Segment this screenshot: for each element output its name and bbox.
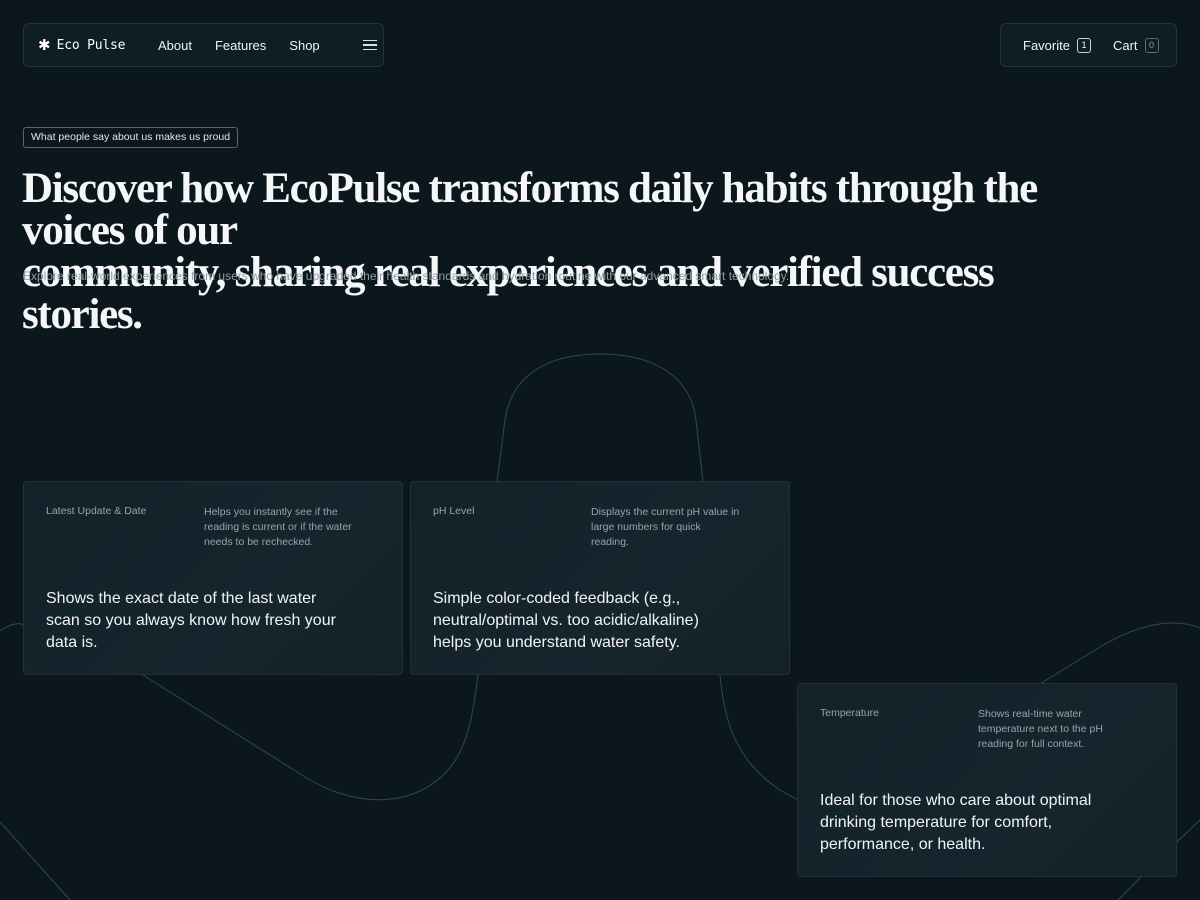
main-navigation: ✱ Eco Pulse About Features Shop (23, 23, 384, 67)
feature-card-temperature: Temperature Shows real-time water temper… (797, 683, 1177, 877)
brand-logo[interactable]: ✱ Eco Pulse (38, 38, 158, 53)
favorite-label: Favorite (1023, 37, 1070, 53)
favorite-count-badge: 1 (1076, 37, 1091, 53)
headline-line-1: Discover how EcoPulse transforms daily h… (22, 165, 1038, 254)
page-headline: Discover how EcoPulse transforms daily h… (22, 165, 1122, 338)
feature-card-ph-level: pH Level Displays the current pH value i… (410, 481, 790, 675)
feature-card-latest-update: Latest Update & Date Helps you instantly… (23, 481, 403, 675)
card-label: pH Level (433, 505, 475, 517)
card-body: Ideal for those who care about optimal d… (820, 792, 1092, 853)
page-subtitle: Explore real-world experiences from user… (23, 269, 790, 283)
card-label: Latest Update & Date (46, 505, 147, 517)
cart-button[interactable]: Cart 0 (1112, 37, 1159, 53)
nav-links: About Features Shop (158, 38, 343, 53)
favorite-button[interactable]: Favorite 1 (1023, 37, 1091, 53)
card-body: Simple color-coded feedback (e.g., neutr… (433, 590, 699, 651)
headline-line-2: community, sharing real experiences and … (22, 249, 995, 338)
card-body: Shows the exact date of the last water s… (46, 590, 336, 651)
nav-link-shop[interactable]: Shop (289, 38, 319, 53)
asterisk-icon: ✱ (38, 36, 51, 54)
nav-link-about[interactable]: About (158, 38, 192, 53)
hamburger-icon[interactable] (362, 40, 377, 50)
card-note: Shows real-time water temperature next t… (978, 708, 1103, 750)
cart-count-badge: 0 (1144, 37, 1159, 53)
brand-name: Eco Pulse (56, 37, 126, 53)
card-note: Helps you instantly see if the reading i… (204, 506, 352, 548)
card-note: Displays the current pH value in large n… (591, 506, 740, 548)
nav-link-features[interactable]: Features (215, 38, 266, 53)
section-eyebrow-tag: What people say about us makes us proud (23, 127, 239, 148)
user-actions: Favorite 1 Cart 0 (1000, 23, 1177, 67)
cart-label: Cart (1112, 37, 1138, 53)
card-label: Temperature (820, 707, 879, 719)
